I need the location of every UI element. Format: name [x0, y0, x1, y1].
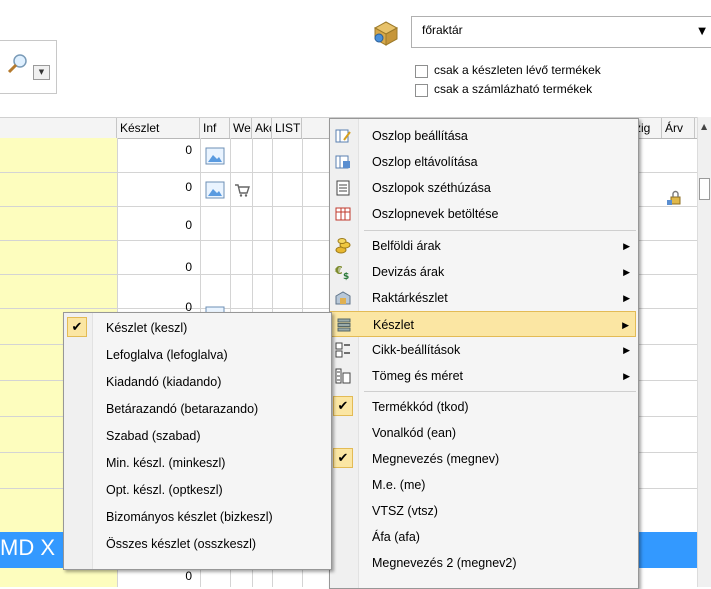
submenu-arrow-icon: ▶ — [623, 267, 630, 277]
menu-item-column-settings[interactable]: Oszlop beállítása — [330, 123, 636, 149]
submenu-item-total-stock[interactable]: Összes készlet (osszkeszl) — [64, 531, 329, 557]
column-header-promo[interactable]: Akc — [252, 118, 272, 138]
menu-item-domestic-prices[interactable]: Belföldi árak ▶ — [330, 233, 636, 259]
stock-cell[interactable]: 0 — [122, 143, 192, 157]
submenu-arrow-icon: ▶ — [623, 293, 630, 303]
column-settings-icon — [335, 129, 351, 143]
submenu-item-free[interactable]: Szabad (szabad) — [64, 423, 329, 449]
chevron-down-icon[interactable]: ▼ — [33, 65, 50, 80]
menu-item-barcode[interactable]: Vonalkód (ean) — [330, 420, 636, 446]
image-icon[interactable] — [205, 181, 225, 199]
menu-item-unit[interactable]: M.e. (me) — [330, 472, 636, 498]
warehouse-select[interactable]: főraktár ▼ — [411, 16, 711, 48]
menu-item-vtsz[interactable]: VTSZ (vtsz) — [330, 498, 636, 524]
billable-label: csak a számlázható termékek — [434, 82, 593, 96]
submenu-item-stock[interactable]: ✔ Készlet (keszl) — [64, 315, 329, 341]
coins-icon — [335, 238, 351, 254]
weight-size-icon — [335, 368, 351, 384]
scroll-up-icon[interactable]: ▲ — [701, 122, 707, 131]
in-stock-checkbox[interactable] — [415, 65, 428, 78]
selected-row-text: MD X — [0, 535, 55, 560]
column-header-price[interactable]: Árv — [662, 118, 695, 138]
image-icon[interactable] — [205, 147, 225, 165]
submenu-arrow-icon: ▶ — [623, 371, 630, 381]
lock-price-icon[interactable] — [666, 190, 682, 206]
column-header-blank[interactable] — [0, 118, 117, 138]
stock-icon — [337, 318, 351, 332]
columns-stretch-icon — [336, 180, 350, 196]
checkmark-icon: ✔ — [333, 448, 353, 468]
chevron-down-icon: ▼ — [698, 26, 706, 37]
toolbar: ▼ főraktár ▼ csak a készleten lévő termé… — [0, 0, 711, 110]
checkmark-icon: ✔ — [333, 396, 353, 416]
menu-item-item-settings[interactable]: Cikk-beállítások ▶ — [330, 337, 636, 363]
column-header-web[interactable]: Web — [230, 118, 252, 138]
warehouse-icon — [335, 291, 351, 305]
menu-item-vat[interactable]: Áfa (afa) — [330, 524, 636, 550]
column-header-stock[interactable]: Készlet — [117, 118, 200, 138]
menu-item-column-remove[interactable]: Oszlop eltávolítása — [330, 149, 636, 175]
svg-text:€: € — [334, 264, 343, 277]
billable-checkbox[interactable] — [415, 84, 428, 97]
search-icon — [7, 54, 27, 74]
stock-submenu: ✔ Készlet (keszl) Lefoglalva (lefoglalva… — [63, 312, 332, 570]
submenu-item-to-issue[interactable]: Kiadandó (kiadando) — [64, 369, 329, 395]
submenu-arrow-icon: ▶ — [623, 345, 630, 355]
in-stock-label: csak a készleten lévő termékek — [434, 63, 601, 77]
submenu-item-consignment-stock[interactable]: Bizományos készlet (bizkeszl) — [64, 504, 329, 530]
submenu-item-opt-stock[interactable]: Opt. készl. (optkeszl) — [64, 477, 329, 503]
menu-item-foreign-prices[interactable]: € $ Devizás árak ▶ — [330, 259, 636, 285]
menu-item-columns-stretch[interactable]: Oszlopok széthúzása — [330, 175, 636, 201]
stock-cell[interactable]: 0 — [122, 260, 192, 274]
submenu-item-to-store[interactable]: Betárazandó (betarazando) — [64, 396, 329, 422]
submenu-item-reserved[interactable]: Lefoglalva (lefoglalva) — [64, 342, 329, 368]
column-header-list[interactable]: LIST — [272, 118, 302, 138]
menu-item-stock[interactable]: Készlet ▶ — [330, 311, 636, 337]
menu-separator — [364, 391, 636, 392]
stock-cell[interactable]: 0 — [122, 569, 192, 583]
warehouse-box-icon — [373, 21, 399, 46]
warehouse-select-value: főraktár — [422, 23, 463, 37]
menu-item-warehouse-stock[interactable]: Raktárkészlet ▶ — [330, 285, 636, 311]
column-remove-icon — [335, 155, 350, 169]
currency-icon: € $ — [334, 264, 349, 281]
item-settings-icon — [335, 342, 350, 358]
svg-text:$: $ — [343, 272, 349, 281]
submenu-arrow-icon: ▶ — [623, 241, 630, 251]
stock-cell[interactable]: 0 — [122, 180, 192, 194]
search-button[interactable]: ▼ — [0, 40, 57, 94]
cart-icon[interactable] — [234, 182, 250, 198]
scrollbar-thumb[interactable] — [699, 178, 710, 200]
menu-item-weight-size[interactable]: Tömeg és méret ▶ — [330, 363, 636, 389]
submenu-item-min-stock[interactable]: Min. készl. (minkeszl) — [64, 450, 329, 476]
submenu-arrow-icon: ▶ — [622, 320, 629, 330]
menu-item-product-code[interactable]: ✔ Termékkód (tkod) — [330, 394, 636, 420]
menu-item-column-names-load[interactable]: Oszlopnevek betöltése — [330, 201, 636, 227]
column-context-menu: Oszlop beállítása Oszlop eltávolítása Os… — [329, 118, 639, 589]
column-header-info[interactable]: Inf — [200, 118, 230, 138]
menu-separator — [364, 230, 636, 231]
menu-item-name-2[interactable]: Megnevezés 2 (megnev2) — [330, 550, 636, 576]
checkmark-icon: ✔ — [67, 317, 87, 337]
column-names-load-icon — [335, 207, 351, 221]
menu-item-name[interactable]: ✔ Megnevezés (megnev) — [330, 446, 636, 472]
stock-cell[interactable]: 0 — [122, 218, 192, 232]
